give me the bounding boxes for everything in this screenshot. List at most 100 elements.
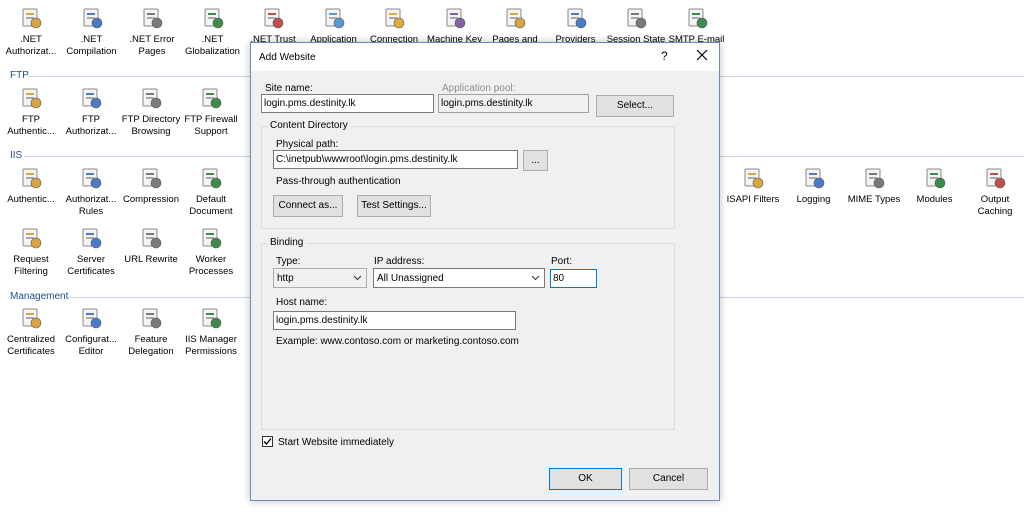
feature-item[interactable]: Providers: [545, 6, 607, 46]
browse-path-button[interactable]: ...: [523, 150, 548, 171]
test-settings-button[interactable]: Test Settings...: [357, 195, 431, 217]
feature-item[interactable]: Centralized Certificates: [0, 306, 62, 358]
feature-label: ISAPI Filters: [726, 194, 780, 205]
passthrough-auth-label: Pass-through authentication: [276, 176, 401, 187]
binding-type-select[interactable]: http: [273, 268, 367, 288]
feature-item[interactable]: .NET Error Pages: [121, 6, 183, 58]
feature-label: Centralized: [6, 334, 56, 345]
feature-label: .NET: [80, 34, 103, 45]
aspnet-error-pages-icon: [140, 6, 164, 30]
feature-label: Authorizat...: [65, 126, 117, 137]
feature-label: Rules: [78, 206, 104, 217]
mime-types-icon: [862, 166, 886, 190]
host-name-example: Example: www.contoso.com or marketing.co…: [276, 336, 519, 347]
section-management-header: Management: [10, 291, 69, 302]
feature-item[interactable]: Feature Delegation: [120, 306, 182, 358]
feature-item[interactable]: Pages and: [484, 6, 546, 46]
app-pool-label: Application pool:: [442, 83, 516, 94]
feature-label: FTP: [22, 114, 40, 125]
ok-button[interactable]: OK: [549, 468, 622, 490]
feature-item[interactable]: IIS Manager Permissions: [180, 306, 242, 358]
application-settings-icon: [322, 6, 346, 30]
feature-item[interactable]: ISAPI Filters: [722, 166, 784, 206]
feature-item[interactable]: Session State: [605, 6, 667, 46]
feature-item[interactable]: MIME Types: [843, 166, 905, 206]
feature-label: Worker: [195, 254, 227, 265]
feature-label: Modules: [916, 194, 953, 205]
help-button[interactable]: ?: [661, 49, 668, 63]
feature-item[interactable]: Logging: [783, 166, 845, 206]
feature-item[interactable]: FTP Directory Browsing: [120, 86, 182, 138]
feature-label: Editor: [78, 346, 104, 357]
connection-strings-icon: [382, 6, 406, 30]
feature-label: Certificates: [7, 346, 55, 357]
feature-label: Permissions: [185, 346, 237, 357]
feature-item[interactable]: Request Filtering: [0, 226, 62, 278]
connect-as-button[interactable]: Connect as...: [273, 195, 343, 217]
chevron-down-icon: [531, 273, 540, 282]
feature-item[interactable]: Authorizat... Rules: [60, 166, 122, 218]
feature-label: Document: [189, 206, 233, 217]
feature-item[interactable]: Server Certificates: [60, 226, 122, 278]
ftp-firewall-support-icon: [199, 86, 223, 110]
feature-item[interactable]: Authentic...: [0, 166, 62, 206]
ip-address-label: IP address:: [374, 256, 425, 267]
feature-item[interactable]: FTP Authentic...: [0, 86, 62, 138]
server-certificates-icon: [79, 226, 103, 250]
feature-label: Caching: [977, 206, 1013, 217]
section-ftp-header: FTP: [10, 70, 29, 81]
select-app-pool-button[interactable]: Select...: [596, 95, 674, 117]
authorization-rules-icon: [79, 166, 103, 190]
feature-item[interactable]: Default Document: [180, 166, 242, 218]
close-icon[interactable]: [694, 47, 710, 63]
logging-icon: [802, 166, 826, 190]
feature-item[interactable]: .NET Globalization: [182, 6, 244, 58]
isapi-filters-icon: [741, 166, 765, 190]
feature-item[interactable]: FTP Firewall Support: [180, 86, 242, 138]
feature-item[interactable]: Application: [303, 6, 365, 46]
configuration-editor-icon: [79, 306, 103, 330]
feature-item[interactable]: Machine Key: [424, 6, 486, 46]
feature-item[interactable]: .NET Trust: [242, 6, 304, 46]
feature-label: Authentic...: [7, 126, 55, 137]
feature-item[interactable]: .NET Compilation: [61, 6, 123, 58]
ip-address-select[interactable]: All Unassigned: [373, 268, 545, 288]
feature-label: Support: [194, 126, 228, 137]
feature-label: .NET: [201, 34, 224, 45]
aspnet-trust-icon: [261, 6, 285, 30]
feature-item[interactable]: SMTP E-mail: [666, 6, 728, 46]
feature-item[interactable]: Compression: [120, 166, 182, 206]
feature-item[interactable]: FTP Authorizat...: [60, 86, 122, 138]
dialog-title-bar[interactable]: Add Website ?: [251, 43, 719, 71]
start-immediately-checkbox[interactable]: [262, 436, 273, 447]
feature-label: FTP Directory: [121, 114, 181, 125]
feature-item[interactable]: Modules: [904, 166, 966, 206]
feature-item[interactable]: URL Rewrite: [120, 226, 182, 266]
checkmark-icon: [263, 438, 272, 445]
feature-label: Delegation: [128, 346, 174, 357]
aspnet-compilation-icon: [80, 6, 104, 30]
port-input[interactable]: 80: [550, 269, 597, 288]
feature-label: URL Rewrite: [124, 254, 178, 265]
feature-item[interactable]: Configurat... Editor: [60, 306, 122, 358]
feature-label: Pages: [138, 46, 166, 57]
output-caching-icon: [983, 166, 1007, 190]
site-name-label: Site name:: [265, 83, 313, 94]
feature-label: Globalization: [185, 46, 240, 57]
start-immediately-label[interactable]: Start Website immediately: [278, 437, 394, 448]
feature-label: Logging: [796, 194, 831, 205]
feature-item[interactable]: Output Caching: [964, 166, 1024, 218]
url-rewrite-icon: [139, 226, 163, 250]
site-name-input[interactable]: login.pms.destinity.lk: [261, 94, 434, 113]
feature-item[interactable]: .NET Authorizat...: [0, 6, 62, 58]
physical-path-input[interactable]: C:\inetpub\wwwroot\login.pms.destinity.l…: [273, 150, 518, 169]
feature-item[interactable]: Worker Processes: [180, 226, 242, 278]
feature-label: FTP Firewall: [184, 114, 238, 125]
binding-title: Binding: [267, 237, 307, 248]
request-filtering-icon: [19, 226, 43, 250]
feature-item[interactable]: Connection: [363, 6, 425, 46]
section-iis-header: IIS: [10, 150, 23, 161]
cancel-button[interactable]: Cancel: [629, 468, 708, 490]
aspnet-authorization-icon: [19, 6, 43, 30]
host-name-input[interactable]: login.pms.destinity.lk: [273, 311, 516, 330]
